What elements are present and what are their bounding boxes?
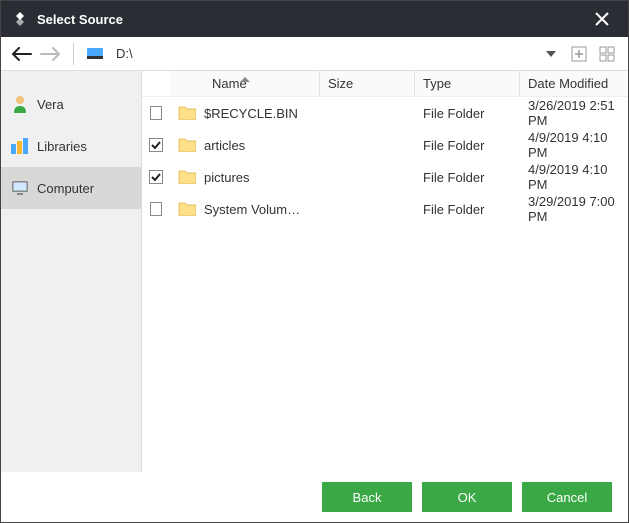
file-row-name: articles (170, 138, 320, 153)
file-row-name: $RECYCLE.BIN (170, 106, 320, 121)
plus-box-icon (571, 46, 587, 62)
file-row-checkbox-cell (142, 202, 170, 216)
file-row[interactable]: pictures File Folder4/9/2019 4:10 PM (142, 161, 628, 193)
new-folder-button[interactable] (570, 45, 588, 63)
chevron-down-icon (546, 51, 556, 57)
folder-icon (178, 170, 196, 184)
column-header-label: Date Modified (528, 76, 608, 91)
toolbar-separator (73, 43, 74, 65)
footer: Back OK Cancel (1, 472, 628, 522)
file-row[interactable]: System Volum… File Folder3/29/2019 7:00 P… (142, 193, 628, 225)
sidebar-item-vera[interactable]: Vera (1, 83, 141, 125)
sidebar-item-computer[interactable]: Computer (1, 167, 141, 209)
column-headers: Name Size Type Date Modified (142, 71, 628, 97)
grid-view-icon (599, 46, 615, 62)
view-mode-button[interactable] (598, 45, 616, 63)
file-row-date: 4/9/2019 4:10 PM (520, 162, 628, 192)
file-row-type: File Folder (415, 202, 520, 217)
column-header-checkbox (142, 71, 170, 96)
file-name-text: articles (204, 138, 245, 153)
folder-icon (178, 202, 196, 216)
cancel-button[interactable]: Cancel (522, 482, 612, 512)
check-icon (150, 171, 162, 183)
arrow-left-icon (12, 47, 32, 61)
file-row-date: 4/9/2019 4:10 PM (520, 130, 628, 160)
column-header-type[interactable]: Type (415, 71, 520, 96)
toolbar: D:\ (1, 37, 628, 71)
checkbox[interactable] (150, 202, 162, 216)
check-icon (150, 139, 162, 151)
sidebar-item-label: Computer (37, 181, 94, 196)
file-row[interactable]: articles File Folder4/9/2019 4:10 PM (142, 129, 628, 161)
column-header-label: Size (328, 76, 353, 91)
file-rows: $RECYCLE.BINFile Folder3/26/2019 2:51 PM… (142, 97, 628, 472)
checkbox[interactable] (150, 106, 162, 120)
file-row-type: File Folder (415, 138, 520, 153)
folder-icon (178, 138, 196, 152)
file-name-text: pictures (204, 170, 250, 185)
sort-indicator-icon (240, 70, 250, 85)
file-row-date: 3/26/2019 2:51 PM (520, 98, 628, 128)
sidebar-item-label: Vera (37, 97, 64, 112)
folder-icon (178, 106, 196, 120)
checkbox[interactable] (149, 170, 163, 184)
file-row[interactable]: $RECYCLE.BIN File Folder3/26/2019 2:51 PM (142, 97, 628, 129)
file-name-text: System Volum… (204, 202, 300, 217)
computer-icon (11, 179, 29, 197)
column-header-size[interactable]: Size (320, 71, 415, 96)
arrow-right-icon (40, 47, 60, 61)
file-row-checkbox-cell (142, 170, 170, 184)
ok-button[interactable]: OK (422, 482, 512, 512)
sidebar-item-libraries[interactable]: Libraries (1, 125, 141, 167)
file-row-checkbox-cell (142, 106, 170, 120)
location-path[interactable]: D:\ (116, 46, 536, 61)
forward-nav-button[interactable] (39, 43, 61, 65)
path-dropdown[interactable] (542, 45, 560, 63)
file-row-name: pictures (170, 170, 320, 185)
window-title: Select Source (37, 12, 586, 27)
close-button[interactable] (586, 3, 618, 35)
app-logo-icon (11, 10, 29, 28)
file-row-type: File Folder (415, 106, 520, 121)
column-header-name[interactable]: Name (170, 71, 320, 96)
file-name-text: $RECYCLE.BIN (204, 106, 298, 121)
back-nav-button[interactable] (11, 43, 33, 65)
drive-icon (86, 47, 104, 61)
checkbox[interactable] (149, 138, 163, 152)
file-list: Name Size Type Date Modified $RECYCLE.BI… (142, 71, 628, 472)
file-row-date: 3/29/2019 7:00 PM (520, 194, 628, 224)
sidebar-item-label: Libraries (37, 139, 87, 154)
title-bar: Select Source (1, 1, 628, 37)
user-icon (11, 95, 29, 113)
column-header-label: Type (423, 76, 451, 91)
libraries-icon (11, 137, 29, 155)
sidebar: Vera Libraries Computer (1, 71, 142, 472)
back-button[interactable]: Back (322, 482, 412, 512)
file-row-name: System Volum… (170, 202, 320, 217)
close-icon (595, 12, 609, 26)
file-row-checkbox-cell (142, 138, 170, 152)
file-row-type: File Folder (415, 170, 520, 185)
column-header-date[interactable]: Date Modified (520, 71, 628, 96)
